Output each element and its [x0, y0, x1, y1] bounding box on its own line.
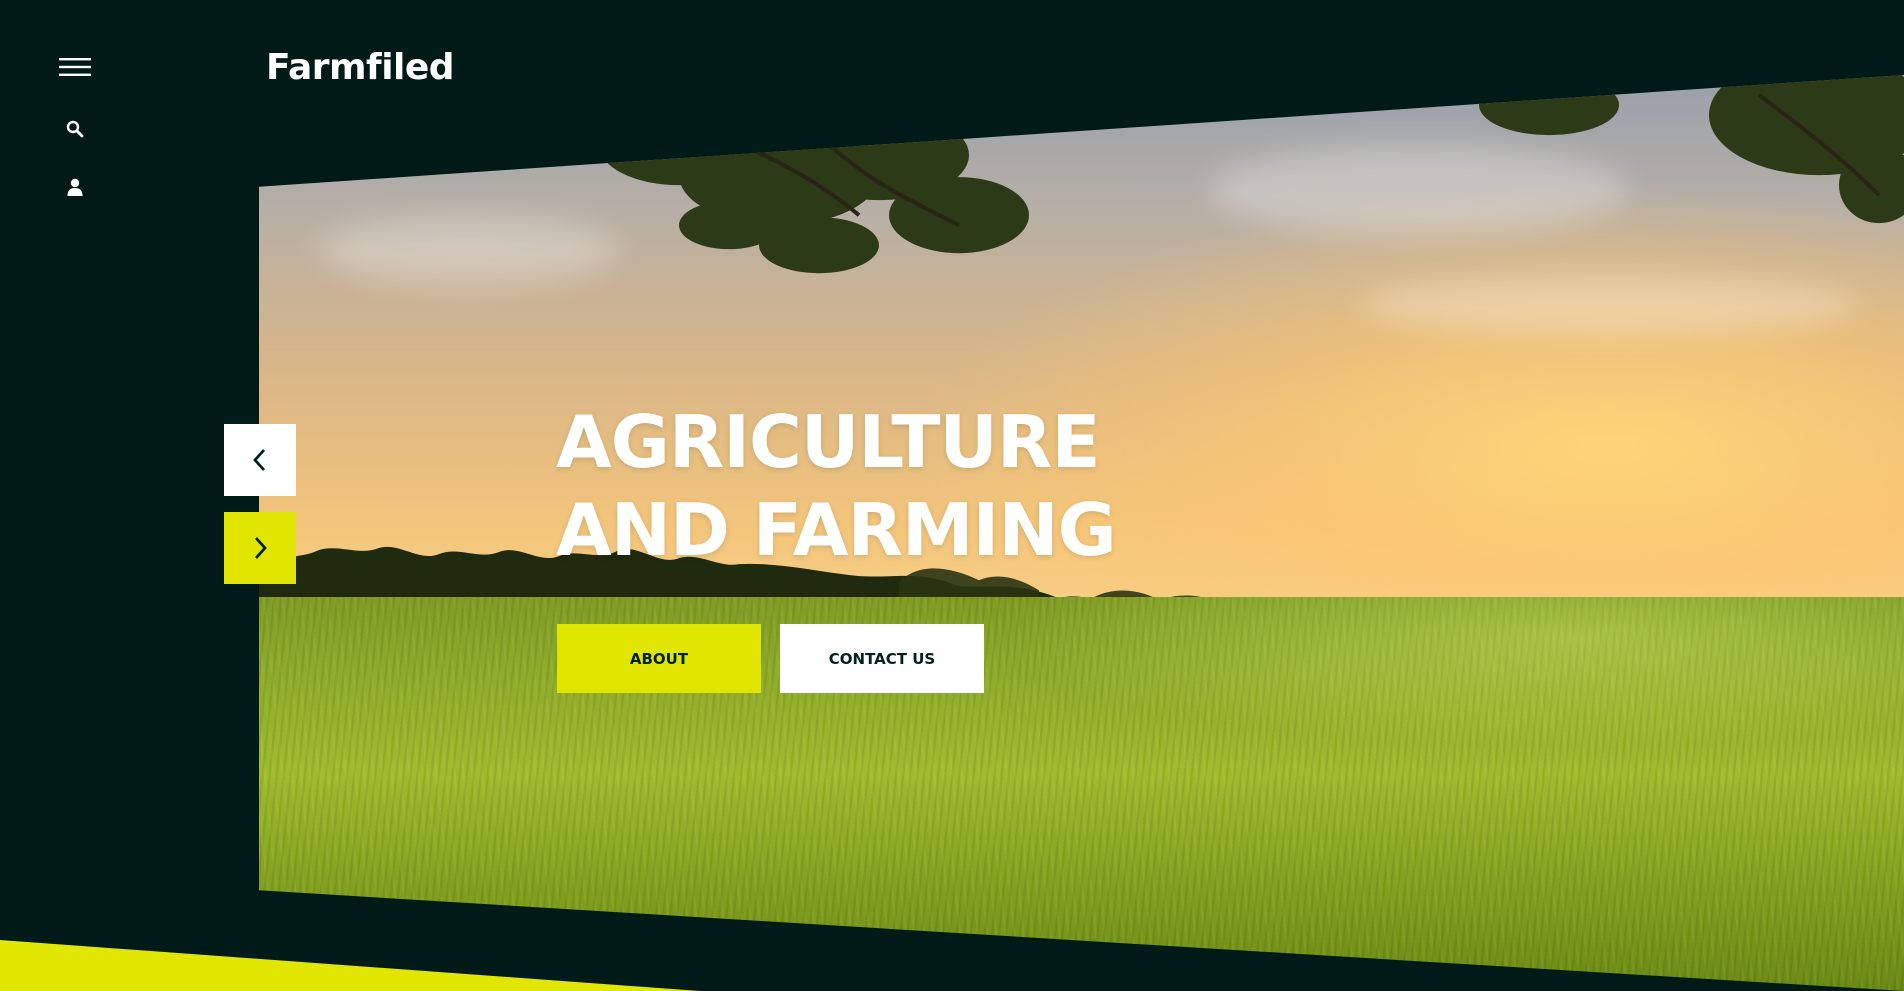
hero-headline: AGRICULTURE AND FARMING — [556, 398, 1117, 574]
hero-branches — [599, 75, 1904, 274]
slider-next-button[interactable] — [224, 512, 296, 584]
menu-icon[interactable] — [56, 48, 94, 86]
chevron-right-icon — [254, 537, 267, 559]
about-button[interactable]: ABOUT — [557, 624, 761, 693]
site-logo[interactable]: Farmfiled — [266, 44, 455, 92]
hero-field-light — [259, 597, 1904, 991]
search-icon[interactable] — [56, 110, 94, 148]
page: Farmfiled AGRICULTURE AND FARMING ABOUT … — [0, 0, 1904, 991]
slider-prev-button[interactable] — [224, 424, 296, 496]
hero-headline-line2: AND FARMING — [556, 488, 1117, 572]
contact-us-button[interactable]: CONTACT US — [780, 624, 984, 693]
accent-stripe — [0, 940, 700, 991]
hero-headline-line1: AGRICULTURE — [556, 400, 1101, 484]
chevron-left-icon — [253, 449, 266, 471]
user-icon[interactable] — [56, 168, 94, 206]
